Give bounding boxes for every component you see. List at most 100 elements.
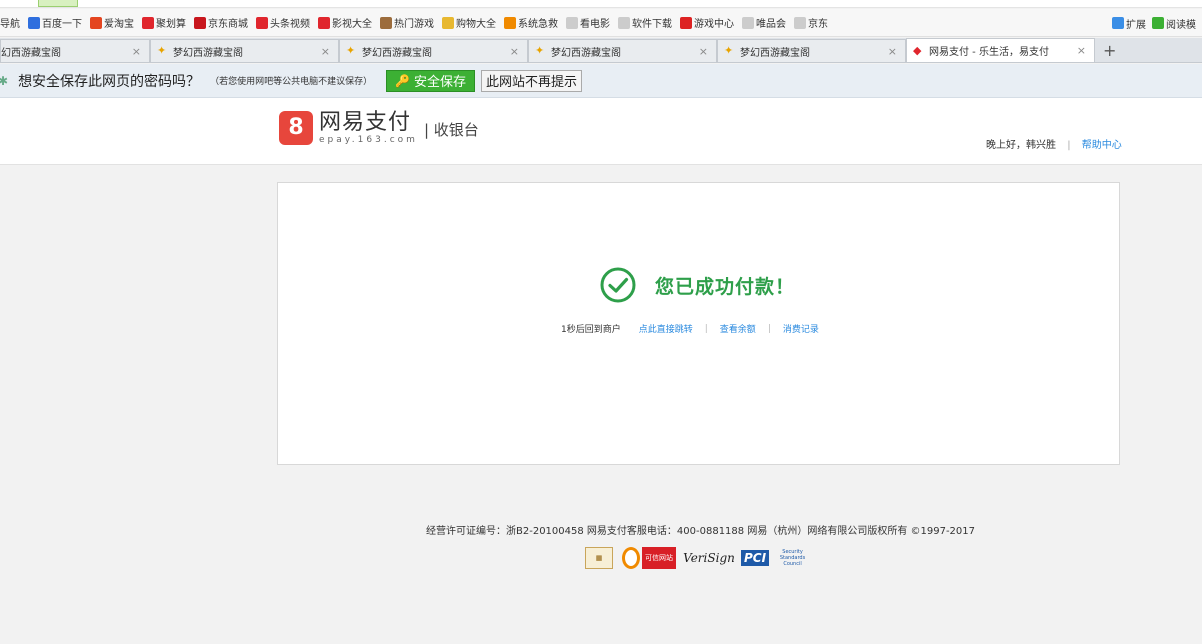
redirect-now-link[interactable]: 点此直接跳转 [639, 322, 693, 335]
tab-close-icon[interactable]: × [321, 45, 330, 58]
bookmark-item[interactable]: 唯品会 [742, 15, 786, 30]
never-remind-label: 此网站不再提示 [486, 75, 578, 90]
tab[interactable]: ✦ 梦幻西游藏宝阁 × [150, 39, 339, 62]
bookmark-label: 京东商城 [208, 19, 248, 30]
bookmark-label: 系统急救 [518, 19, 558, 30]
key-icon: 🔑 [395, 73, 411, 88]
epay-favicon-icon: ◆ [913, 43, 922, 57]
section-title: | 收银台 [423, 120, 479, 139]
extensions-icon [1112, 17, 1124, 29]
bookmark-label: 热门游戏 [394, 19, 434, 30]
tab-close-icon[interactable]: × [510, 45, 519, 58]
credible-label: 可信网站 [642, 547, 676, 569]
bookmark-item[interactable]: 聚划算 [142, 15, 186, 30]
tab-title: 幻西游藏宝阁 [1, 47, 61, 59]
tab[interactable]: ✦ 梦幻西游藏宝阁 × [339, 39, 528, 62]
cbg-favicon-icon: ✦ [724, 44, 734, 57]
game-icon [380, 16, 392, 29]
bookmark-item[interactable]: 京东商城 [194, 15, 248, 30]
save-password-label: 安全保存 [414, 75, 467, 90]
bookmark-label: 导航 [0, 19, 20, 30]
success-check-icon [600, 267, 636, 303]
view-balance-link[interactable]: 查看余额 [720, 322, 756, 335]
bookmark-label: 头条视频 [270, 19, 310, 30]
cbg-favicon-icon: ✦ [157, 44, 167, 57]
bookmark-item[interactable]: 热门游戏 [380, 15, 434, 30]
page-icon [794, 16, 806, 29]
pci-label: PCI [741, 550, 770, 566]
extensions-button[interactable]: 扩展 [1112, 16, 1146, 31]
bookmark-label: 购物大全 [456, 19, 496, 30]
never-remind-button[interactable]: 此网站不再提示 [481, 69, 583, 92]
password-save-bar: ✱ 想安全保存此网页的密码吗？ （若您使用网吧等公共电脑不建议保存） 🔑 安全保… [0, 64, 1202, 98]
folder-icon [442, 16, 454, 29]
tab[interactable]: ✦ 梦幻西游藏宝阁 × [528, 39, 717, 62]
secure-shield-icon [38, 0, 78, 7]
bookmark-item[interactable]: 游戏中心 [680, 15, 734, 30]
baidu-icon [28, 16, 40, 29]
save-password-button[interactable]: 🔑 安全保存 [386, 69, 476, 92]
password-save-question: 想安全保存此网页的密码吗？ [18, 73, 201, 90]
success-message: 您已成功付款！ [655, 275, 796, 298]
bookmark-item[interactable]: 头条视频 [256, 15, 310, 30]
payment-result-card: 您已成功付款！ 1秒后回到商户 点此直接跳转 | 查看余额 | 消费记录 [277, 182, 1120, 465]
game-center-icon [680, 16, 692, 29]
greeting-text: 晚上好，韩兴胜 [986, 140, 1056, 151]
address-bar[interactable] [0, 0, 1202, 8]
pci-sub-label: Security Standards Council [779, 549, 806, 567]
tab-close-icon[interactable]: × [699, 45, 708, 58]
bookmark-label: 京东 [808, 19, 828, 30]
bookmark-item[interactable]: 京东 [794, 15, 828, 30]
verisign-badge-icon[interactable]: VeriSign [683, 547, 735, 569]
jd-icon [194, 16, 206, 29]
tab-strip: 幻西游藏宝阁 × ✦ 梦幻西游藏宝阁 × ✦ 梦幻西游藏宝阁 × ✦ 梦幻西游藏宝阁 × ✦ 梦幻西游藏… [0, 38, 1202, 63]
epay-logo[interactable]: 8 网易支付 epay.163.com | 收银台 [279, 111, 479, 145]
brand-name: 网易支付 [319, 110, 412, 135]
bookmark-item[interactable]: 导航 [0, 15, 20, 30]
bookmark-item[interactable]: 影视大全 [318, 15, 372, 30]
bookmark-item[interactable]: 看电影 [566, 15, 610, 30]
help-center-link[interactable]: 帮助中心 [1082, 140, 1122, 151]
tab-close-icon[interactable]: × [1077, 44, 1086, 57]
reader-button[interactable]: 阅读模 [1152, 16, 1196, 31]
bookmark-item[interactable]: 系统急救 [504, 15, 558, 30]
bookmark-label: 软件下载 [632, 19, 672, 30]
epay-logo-icon: 8 [279, 111, 313, 145]
movie-icon [318, 16, 330, 29]
bookmark-item[interactable]: 爱淘宝 [90, 15, 134, 30]
tab-close-icon[interactable]: × [132, 45, 141, 58]
user-greeting-area: 晚上好，韩兴胜 | 帮助中心 [986, 136, 1122, 151]
bookmark-item[interactable]: 软件下载 [618, 15, 672, 30]
consumption-records-link[interactable]: 消费记录 [783, 322, 819, 335]
result-links: 1秒后回到商户 点此直接跳转 | 查看余额 | 消费记录 [561, 322, 819, 336]
trust-badge-icon[interactable]: ▦ [585, 547, 613, 569]
system-icon [504, 16, 516, 29]
bookmark-item[interactable]: 百度一下 [28, 15, 82, 30]
bookmark-label: 看电影 [580, 19, 610, 30]
tab[interactable]: ✦ 梦幻西游藏宝阁 × [717, 39, 906, 62]
bookmark-item[interactable]: 购物大全 [442, 15, 496, 30]
tab-title: 梦幻西游藏宝阁 [362, 47, 432, 59]
tab-active[interactable]: ◆ 网易支付 - 乐生活，易支付 × [906, 38, 1095, 62]
page-header: 8 网易支付 epay.163.com | 收银台 晚上好，韩兴胜 | 帮助中心 [0, 98, 1202, 165]
pci-badge-icon[interactable]: PCI Security Standards Council [741, 547, 813, 569]
reader-label: 阅读模 [1166, 19, 1196, 31]
bookmark-label: 唯品会 [756, 19, 786, 30]
tab-title: 网易支付 - 乐生活，易支付 [929, 47, 1049, 58]
success-banner: 您已成功付款！ [600, 267, 795, 303]
divider: | [767, 323, 771, 334]
bookmark-label: 百度一下 [42, 19, 82, 30]
tab-close-icon[interactable]: × [888, 45, 897, 58]
juhuasuan-icon [142, 16, 154, 29]
tab[interactable]: 幻西游藏宝阁 × [0, 39, 150, 62]
license-text: 经营许可证编号：浙B2-20100458 网易支付客服电话：400-088118… [426, 526, 976, 537]
countdown-text: 1秒后回到商户 [561, 325, 621, 335]
new-tab-button[interactable]: + [1095, 40, 1124, 62]
cbg-favicon-icon: ✦ [535, 44, 545, 57]
page-icon [618, 16, 630, 29]
divider: | [1067, 140, 1071, 151]
credible-circle [622, 547, 640, 569]
tab-title: 梦幻西游藏宝阁 [551, 47, 621, 59]
credible-site-badge-icon[interactable]: 可信网站 [621, 547, 677, 569]
trust-badges: ▦ 可信网站 VeriSign PCI Security Standards C… [585, 547, 821, 569]
